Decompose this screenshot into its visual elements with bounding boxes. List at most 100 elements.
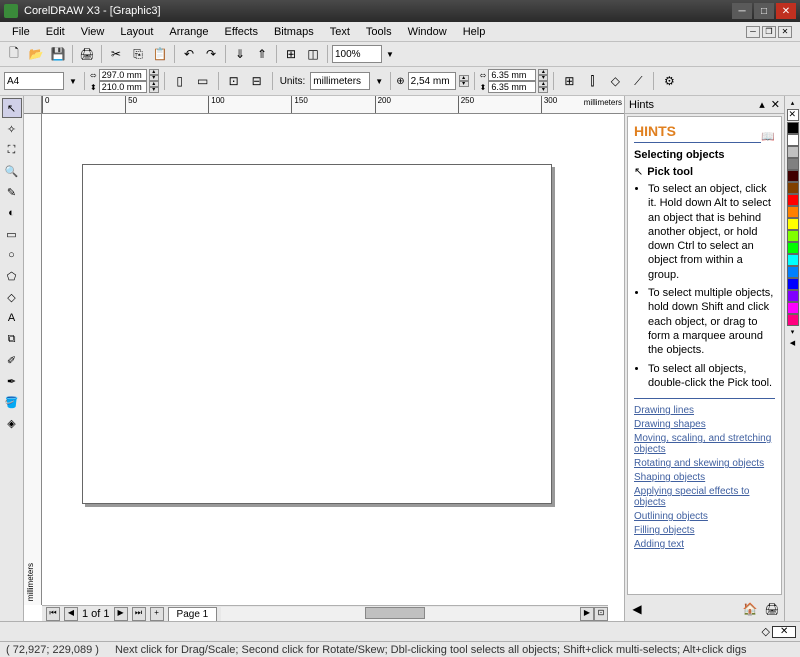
- menu-view[interactable]: View: [73, 24, 113, 40]
- h-scroll-thumb[interactable]: [365, 607, 425, 619]
- maximize-button[interactable]: □: [754, 3, 774, 19]
- color-swatch[interactable]: [787, 290, 799, 302]
- eyedropper-tool[interactable]: ✐: [2, 350, 22, 370]
- color-swatch[interactable]: [787, 302, 799, 314]
- next-page-button[interactable]: ▶: [114, 607, 128, 621]
- hint-link[interactable]: Drawing shapes: [634, 419, 775, 430]
- dynamic-guides-button[interactable]: ⟋: [628, 71, 648, 91]
- units-combo[interactable]: [310, 72, 370, 90]
- dupy-down[interactable]: ▾: [538, 87, 548, 93]
- snap-to-guidelines-button[interactable]: ⫿: [582, 71, 602, 91]
- hints-back-button[interactable]: ◀: [627, 599, 647, 619]
- palette-flyout[interactable]: ◀: [787, 338, 799, 348]
- freehand-tool[interactable]: ✎: [2, 182, 22, 202]
- hint-link[interactable]: Applying special effects to objects: [634, 486, 775, 508]
- app-launcher-button[interactable]: ⊞: [281, 44, 301, 64]
- palette-up[interactable]: ▴: [787, 98, 799, 108]
- menu-layout[interactable]: Layout: [112, 24, 161, 40]
- outline-tool[interactable]: ✒: [2, 371, 22, 391]
- horizontal-ruler[interactable]: 0 50 100 150 200 250 300 millimeters: [42, 96, 624, 114]
- hints-home-button[interactable]: 🏠: [740, 599, 760, 619]
- polygon-tool[interactable]: ⬠: [2, 266, 22, 286]
- import-button[interactable]: ⇓: [230, 44, 250, 64]
- save-button[interactable]: 💾: [48, 44, 68, 64]
- hint-link[interactable]: Filling objects: [634, 525, 775, 536]
- no-color-swatch[interactable]: [787, 109, 799, 121]
- hint-link[interactable]: Drawing lines: [634, 405, 775, 416]
- landscape-button[interactable]: ▭: [193, 71, 213, 91]
- basic-shapes-tool[interactable]: ◇: [2, 287, 22, 307]
- color-swatch[interactable]: [787, 278, 799, 290]
- hint-link[interactable]: Moving, scaling, and stretching objects: [634, 433, 775, 455]
- paper-size-combo[interactable]: [4, 72, 64, 90]
- palette-down[interactable]: ▾: [787, 327, 799, 337]
- last-page-button[interactable]: ⏭: [132, 607, 146, 621]
- dup-y-input[interactable]: [488, 81, 536, 93]
- fill-none-indicator[interactable]: [772, 626, 796, 638]
- menu-text[interactable]: Text: [322, 24, 358, 40]
- hint-link[interactable]: Rotating and skewing objects: [634, 458, 775, 469]
- undo-button[interactable]: ↶: [179, 44, 199, 64]
- hint-link[interactable]: Shaping objects: [634, 472, 775, 483]
- mdi-minimize[interactable]: ─: [746, 26, 760, 38]
- hints-book-icon[interactable]: 📖: [761, 130, 775, 143]
- mdi-close[interactable]: ✕: [778, 26, 792, 38]
- ruler-origin[interactable]: [24, 96, 42, 114]
- open-button[interactable]: 📂: [26, 44, 46, 64]
- menu-arrange[interactable]: Arrange: [161, 24, 216, 40]
- h-scroll-track[interactable]: [221, 607, 580, 621]
- paper-dropdown[interactable]: ▼: [67, 71, 79, 91]
- new-button[interactable]: 🗋: [4, 44, 24, 64]
- color-swatch[interactable]: [787, 314, 799, 326]
- color-swatch[interactable]: [787, 206, 799, 218]
- rectangle-tool[interactable]: ▭: [2, 224, 22, 244]
- page-width-input[interactable]: [99, 69, 147, 81]
- smart-fill-tool[interactable]: ◐: [2, 203, 22, 223]
- color-swatch[interactable]: [787, 146, 799, 158]
- minimize-button[interactable]: ─: [732, 3, 752, 19]
- color-swatch[interactable]: [787, 158, 799, 170]
- navigator-button[interactable]: ⊡: [594, 607, 608, 621]
- vertical-ruler[interactable]: millimeters: [24, 114, 42, 605]
- interactive-fill-tool[interactable]: ◈: [2, 413, 22, 433]
- color-swatch[interactable]: [787, 182, 799, 194]
- height-down[interactable]: ▾: [149, 87, 159, 93]
- hints-print-button[interactable]: 🖨: [762, 599, 782, 619]
- color-swatch[interactable]: [787, 254, 799, 266]
- zoom-combo[interactable]: [332, 45, 382, 63]
- paste-button[interactable]: 📋: [150, 44, 170, 64]
- color-swatch[interactable]: [787, 230, 799, 242]
- print-button[interactable]: 🖨: [77, 44, 97, 64]
- menu-effects[interactable]: Effects: [217, 24, 266, 40]
- cut-button[interactable]: ✂: [106, 44, 126, 64]
- all-pages-button[interactable]: ⊡: [224, 71, 244, 91]
- welcome-button[interactable]: ◫: [303, 44, 323, 64]
- current-page-button[interactable]: ⊟: [247, 71, 267, 91]
- ellipse-tool[interactable]: ○: [2, 245, 22, 265]
- hint-link[interactable]: Adding text: [634, 539, 775, 550]
- color-swatch[interactable]: [787, 266, 799, 278]
- color-swatch[interactable]: [787, 122, 799, 134]
- add-page-button[interactable]: +: [150, 607, 164, 621]
- page-height-input[interactable]: [99, 81, 147, 93]
- zoom-tool[interactable]: 🔍: [2, 161, 22, 181]
- h-scroll-right[interactable]: ▶: [580, 607, 594, 621]
- redo-button[interactable]: ↷: [201, 44, 221, 64]
- menu-tools[interactable]: Tools: [358, 24, 400, 40]
- hints-close-icon[interactable]: ✕: [771, 98, 780, 111]
- text-tool[interactable]: A: [2, 308, 22, 328]
- interactive-blend-tool[interactable]: ⧉: [2, 329, 22, 349]
- page-tab[interactable]: Page 1: [168, 607, 218, 621]
- hint-link[interactable]: Outlining objects: [634, 511, 775, 522]
- export-button[interactable]: ⇑: [252, 44, 272, 64]
- color-swatch[interactable]: [787, 242, 799, 254]
- options-button[interactable]: ⚙: [659, 71, 679, 91]
- shape-tool[interactable]: ✧: [2, 119, 22, 139]
- color-swatch[interactable]: [787, 194, 799, 206]
- menu-file[interactable]: File: [4, 24, 38, 40]
- snap-to-grid-button[interactable]: ⊞: [559, 71, 579, 91]
- zoom-dropdown[interactable]: ▼: [384, 44, 396, 64]
- prev-page-button[interactable]: ◀: [64, 607, 78, 621]
- close-button[interactable]: ✕: [776, 3, 796, 19]
- menu-bitmaps[interactable]: Bitmaps: [266, 24, 322, 40]
